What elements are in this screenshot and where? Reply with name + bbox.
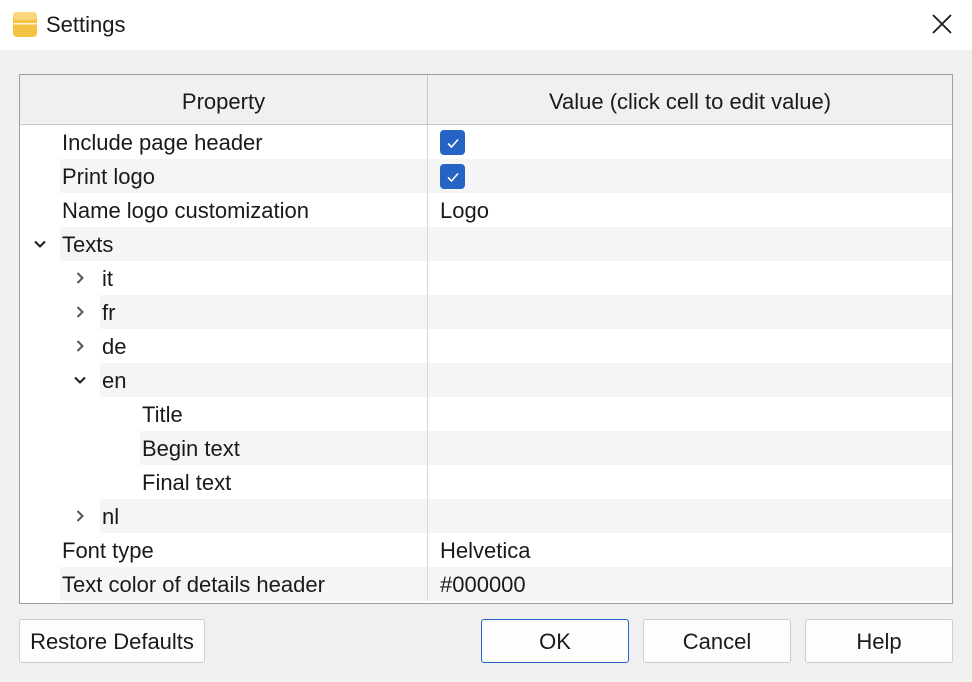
chevron-right-icon[interactable] <box>70 336 90 356</box>
table-row[interactable]: de <box>20 329 952 363</box>
cancel-button[interactable]: Cancel <box>643 619 791 663</box>
restore-defaults-button[interactable]: Restore Defaults <box>19 619 205 663</box>
table-row[interactable]: Final text <box>20 465 952 499</box>
table-row[interactable]: Name logo customization Logo <box>20 193 952 227</box>
chevron-right-icon[interactable] <box>70 506 90 526</box>
property-label: Text color of details header <box>62 572 325 597</box>
property-label: en <box>102 368 127 393</box>
property-label: Font type <box>62 538 154 563</box>
property-label: Begin text <box>142 436 240 461</box>
property-label: it <box>102 266 113 291</box>
help-button[interactable]: Help <box>805 619 953 663</box>
property-label: Texts <box>62 232 114 257</box>
property-label: fr <box>102 300 116 325</box>
property-label: Title <box>142 402 183 427</box>
title-bar: Settings <box>0 0 972 50</box>
column-header-value[interactable]: Value (click cell to edit value) <box>428 75 952 124</box>
property-label: Include page header <box>62 130 263 155</box>
property-label: Final text <box>142 470 232 495</box>
property-value[interactable]: Helvetica <box>440 533 530 567</box>
table-row[interactable]: Texts <box>20 227 952 261</box>
ok-button[interactable]: OK <box>481 619 629 663</box>
property-value[interactable]: #000000 <box>440 567 526 601</box>
property-label: Print logo <box>62 164 155 189</box>
table-row[interactable]: fr <box>20 295 952 329</box>
table-row[interactable]: it <box>20 261 952 295</box>
property-value[interactable]: Logo <box>440 193 489 227</box>
table-row[interactable]: Text color of details header #000000 <box>20 567 952 601</box>
checkmark-icon <box>446 172 459 182</box>
checkmark-icon <box>446 138 459 148</box>
grid-body: Include page header Print logo Name logo… <box>20 125 952 601</box>
table-row[interactable]: Print logo <box>20 159 952 193</box>
chevron-right-icon[interactable] <box>70 268 90 288</box>
property-grid: Property Value (click cell to edit value… <box>19 74 953 604</box>
column-header-property[interactable]: Property <box>20 75 428 124</box>
property-label: nl <box>102 504 120 529</box>
table-row[interactable]: Begin text <box>20 431 952 465</box>
include-page-header-checkbox[interactable] <box>440 130 465 155</box>
table-row[interactable]: Font type Helvetica <box>20 533 952 567</box>
chevron-down-icon[interactable] <box>70 370 90 390</box>
window-title: Settings <box>46 12 126 37</box>
property-label: de <box>102 334 127 359</box>
property-label: Name logo customization <box>62 198 310 223</box>
print-logo-checkbox[interactable] <box>440 164 465 189</box>
chevron-down-icon[interactable] <box>30 234 50 254</box>
table-row[interactable]: Include page header <box>20 125 952 159</box>
close-button[interactable] <box>920 4 964 44</box>
grid-header: Property Value (click cell to edit value… <box>20 75 952 125</box>
chevron-right-icon[interactable] <box>70 302 90 322</box>
app-icon <box>13 12 37 37</box>
table-row[interactable]: Title <box>20 397 952 431</box>
table-row[interactable]: nl <box>20 499 952 533</box>
close-icon <box>932 14 952 34</box>
table-row[interactable]: en <box>20 363 952 397</box>
